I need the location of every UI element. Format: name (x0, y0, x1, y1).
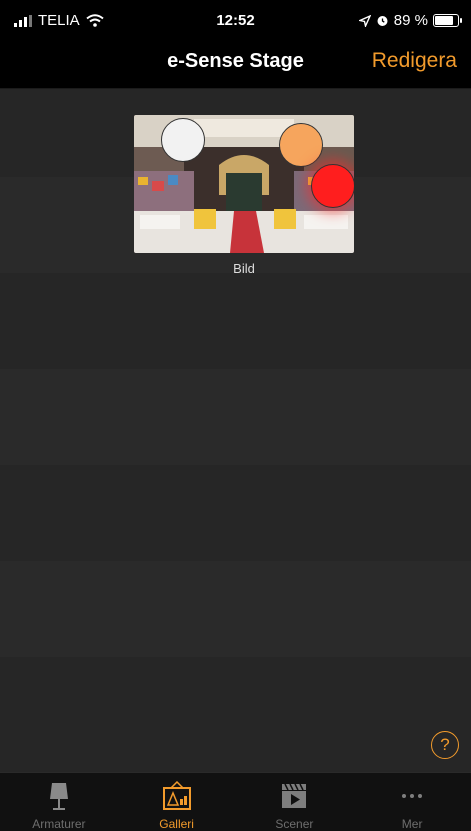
more-dots-icon (402, 794, 423, 798)
scene-clapper-icon (282, 783, 307, 808)
tab-bar: Armaturer Galleri Scener Mer (0, 772, 471, 831)
tab-label: Armaturer (32, 817, 86, 831)
light-indicator[interactable] (161, 118, 205, 162)
location-arrow-icon (358, 14, 371, 27)
tab-mer[interactable]: Mer (353, 773, 471, 831)
tab-label: Mer (401, 817, 423, 831)
tab-label: Galleri (159, 817, 194, 831)
edit-button[interactable]: Redigera (372, 49, 457, 73)
background-band (0, 561, 471, 657)
alarm-clock-icon (377, 16, 388, 26)
tab-scener[interactable]: Scener (236, 773, 354, 831)
lamp-icon (49, 783, 68, 810)
navigation-bar: e-Sense Stage Redigera (0, 40, 471, 89)
gallery-content: Bild ? (0, 89, 471, 772)
light-indicator[interactable] (311, 164, 354, 208)
help-button[interactable]: ? (431, 731, 459, 759)
tab-label: Scener (275, 817, 314, 831)
gallery-icon (162, 781, 191, 810)
light-indicator[interactable] (279, 123, 323, 167)
status-right: 89 % (358, 12, 462, 29)
battery-icon (433, 14, 462, 27)
gallery-item-bild[interactable] (134, 115, 354, 253)
battery-percentage: 89 % (393, 12, 428, 29)
status-bar: TELIA 12:52 89 % (0, 0, 471, 40)
background-band (0, 369, 471, 465)
tab-armaturer[interactable]: Armaturer (0, 773, 118, 831)
gallery-item-label: Bild (233, 261, 255, 276)
tab-galleri[interactable]: Galleri (118, 773, 236, 831)
